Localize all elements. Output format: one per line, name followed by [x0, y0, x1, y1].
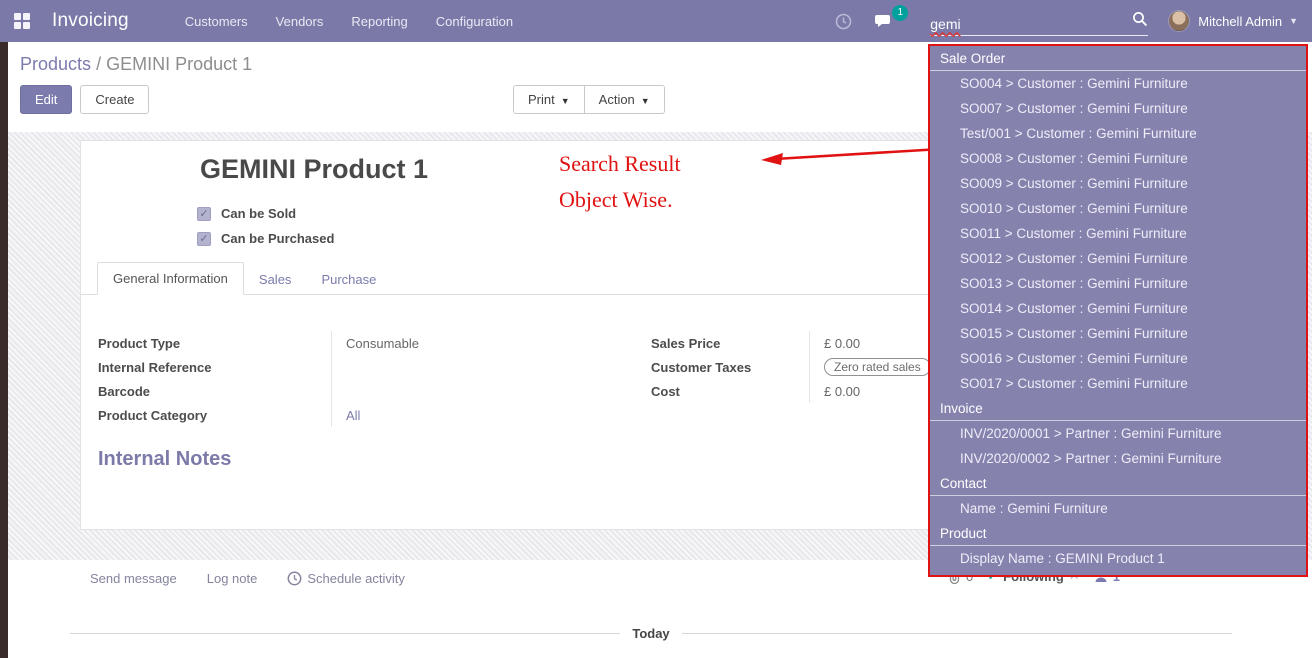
- internal-notes-heading: Internal Notes: [98, 448, 231, 471]
- breadcrumb: Products / GEMINI Product 1: [20, 54, 252, 75]
- can-be-sold-checkbox[interactable]: ✓: [197, 207, 211, 221]
- print-dropdown-button[interactable]: Print▼: [514, 86, 584, 113]
- print-action-group: Print▼ Action▼: [513, 85, 665, 114]
- product-category-link[interactable]: All: [331, 403, 568, 427]
- user-menu[interactable]: Mitchell Admin: [1198, 14, 1282, 29]
- fields-left-column: Product Type Consumable Internal Referen…: [98, 331, 568, 427]
- internal-reference-value: [331, 355, 568, 379]
- tab-purchase[interactable]: Purchase: [306, 264, 391, 295]
- can-be-purchased-checkbox[interactable]: ✓: [197, 232, 211, 246]
- search-result-item[interactable]: SO012 > Customer : Gemini Furniture: [930, 246, 1306, 271]
- product-title: GEMINI Product 1: [200, 154, 428, 185]
- create-button[interactable]: Create: [80, 85, 149, 114]
- app-title[interactable]: Invoicing: [52, 10, 129, 32]
- search-result-item[interactable]: SO014 > Customer : Gemini Furniture: [930, 296, 1306, 321]
- navbar-right: 1 gemi Mitchell Admin ▼: [813, 9, 1298, 34]
- chevron-down-icon: ▼: [1289, 16, 1298, 26]
- search-icon[interactable]: [1132, 11, 1148, 32]
- product-type-value: Consumable: [331, 331, 568, 355]
- apps-menu-icon[interactable]: [14, 13, 30, 29]
- search-result-item[interactable]: SO011 > Customer : Gemini Furniture: [930, 221, 1306, 246]
- chatter-actions: Send message Log note Schedule activity: [90, 571, 405, 586]
- field-product-category: Product Category All: [98, 403, 568, 427]
- search-result-item[interactable]: SO015 > Customer : Gemini Furniture: [930, 321, 1306, 346]
- customer-taxes-badge[interactable]: Zero rated sales: [824, 358, 931, 376]
- clock-icon: [287, 571, 302, 586]
- search-result-item[interactable]: SO013 > Customer : Gemini Furniture: [930, 271, 1306, 296]
- field-barcode: Barcode: [98, 379, 568, 403]
- caret-down-icon: ▼: [561, 96, 570, 106]
- caret-down-icon: ▼: [641, 96, 650, 106]
- send-message-button[interactable]: Send message: [90, 571, 177, 586]
- breadcrumb-separator: /: [96, 54, 106, 74]
- tab-sales[interactable]: Sales: [244, 264, 307, 295]
- field-product-type: Product Type Consumable: [98, 331, 568, 355]
- annotation-text: Search Result Object Wise.: [559, 146, 681, 218]
- search-result-item[interactable]: SO008 > Customer : Gemini Furniture: [930, 146, 1306, 171]
- search-result-item[interactable]: SO004 > Customer : Gemini Furniture: [930, 71, 1306, 96]
- edit-button[interactable]: Edit: [20, 85, 72, 114]
- action-dropdown-button[interactable]: Action▼: [584, 86, 664, 113]
- nav-menu: Customers Vendors Reporting Configuratio…: [185, 14, 513, 29]
- action-buttons: Edit Create: [20, 85, 149, 114]
- can-be-purchased-label: Can be Purchased: [221, 231, 334, 246]
- search-result-item[interactable]: SO017 > Customer : Gemini Furniture: [930, 371, 1306, 396]
- can-be-purchased-row: ✓ Can be Purchased: [197, 231, 334, 246]
- left-edge-strip: [0, 42, 8, 658]
- activities-clock-icon[interactable]: [835, 13, 852, 30]
- tab-general-information[interactable]: General Information: [97, 262, 244, 295]
- search-result-item[interactable]: INV/2020/0002 > Partner : Gemini Furnitu…: [930, 446, 1306, 471]
- search-result-item[interactable]: INV/2020/0001 > Partner : Gemini Furnitu…: [930, 421, 1306, 446]
- nav-item-configuration[interactable]: Configuration: [436, 14, 513, 29]
- breadcrumb-products-link[interactable]: Products: [20, 54, 91, 74]
- search-result-item[interactable]: Display Name : GEMINI Product 1: [930, 546, 1306, 571]
- barcode-value: [331, 379, 568, 403]
- search-result-section-title: Contact: [930, 471, 1306, 496]
- today-divider: Today: [70, 626, 1232, 641]
- search-result-item[interactable]: Test/001 > Customer : Gemini Furniture: [930, 121, 1306, 146]
- can-be-sold-row: ✓ Can be Sold: [197, 206, 296, 221]
- today-label: Today: [632, 626, 669, 641]
- search-result-item[interactable]: SO016 > Customer : Gemini Furniture: [930, 346, 1306, 371]
- messages-icon[interactable]: 1: [874, 13, 894, 30]
- search-query-text: gemi: [930, 16, 1132, 32]
- search-result-item[interactable]: SO009 > Customer : Gemini Furniture: [930, 171, 1306, 196]
- search-result-item[interactable]: SO007 > Customer : Gemini Furniture: [930, 96, 1306, 121]
- search-result-item[interactable]: SO010 > Customer : Gemini Furniture: [930, 196, 1306, 221]
- can-be-sold-label: Can be Sold: [221, 206, 296, 221]
- search-result-section-title: Sale Order: [930, 46, 1306, 71]
- user-avatar[interactable]: [1168, 10, 1190, 32]
- search-result-section-title: Product: [930, 521, 1306, 546]
- search-result-section-title: Invoice: [930, 396, 1306, 421]
- nav-item-customers[interactable]: Customers: [185, 14, 248, 29]
- annotation-arrow-icon: [753, 143, 943, 171]
- nav-item-vendors[interactable]: Vendors: [276, 14, 324, 29]
- search-result-item[interactable]: Name : Gemini Furniture: [930, 496, 1306, 521]
- field-internal-reference: Internal Reference: [98, 355, 568, 379]
- nav-item-reporting[interactable]: Reporting: [351, 14, 407, 29]
- search-dropdown: Sale OrderSO004 > Customer : Gemini Furn…: [928, 44, 1308, 577]
- log-note-button[interactable]: Log note: [207, 571, 258, 586]
- global-search-input[interactable]: gemi: [930, 11, 1148, 36]
- schedule-activity-button[interactable]: Schedule activity: [287, 571, 405, 586]
- breadcrumb-current: GEMINI Product 1: [106, 54, 252, 74]
- top-navbar: Invoicing Customers Vendors Reporting Co…: [0, 0, 1312, 42]
- messages-badge: 1: [892, 5, 908, 21]
